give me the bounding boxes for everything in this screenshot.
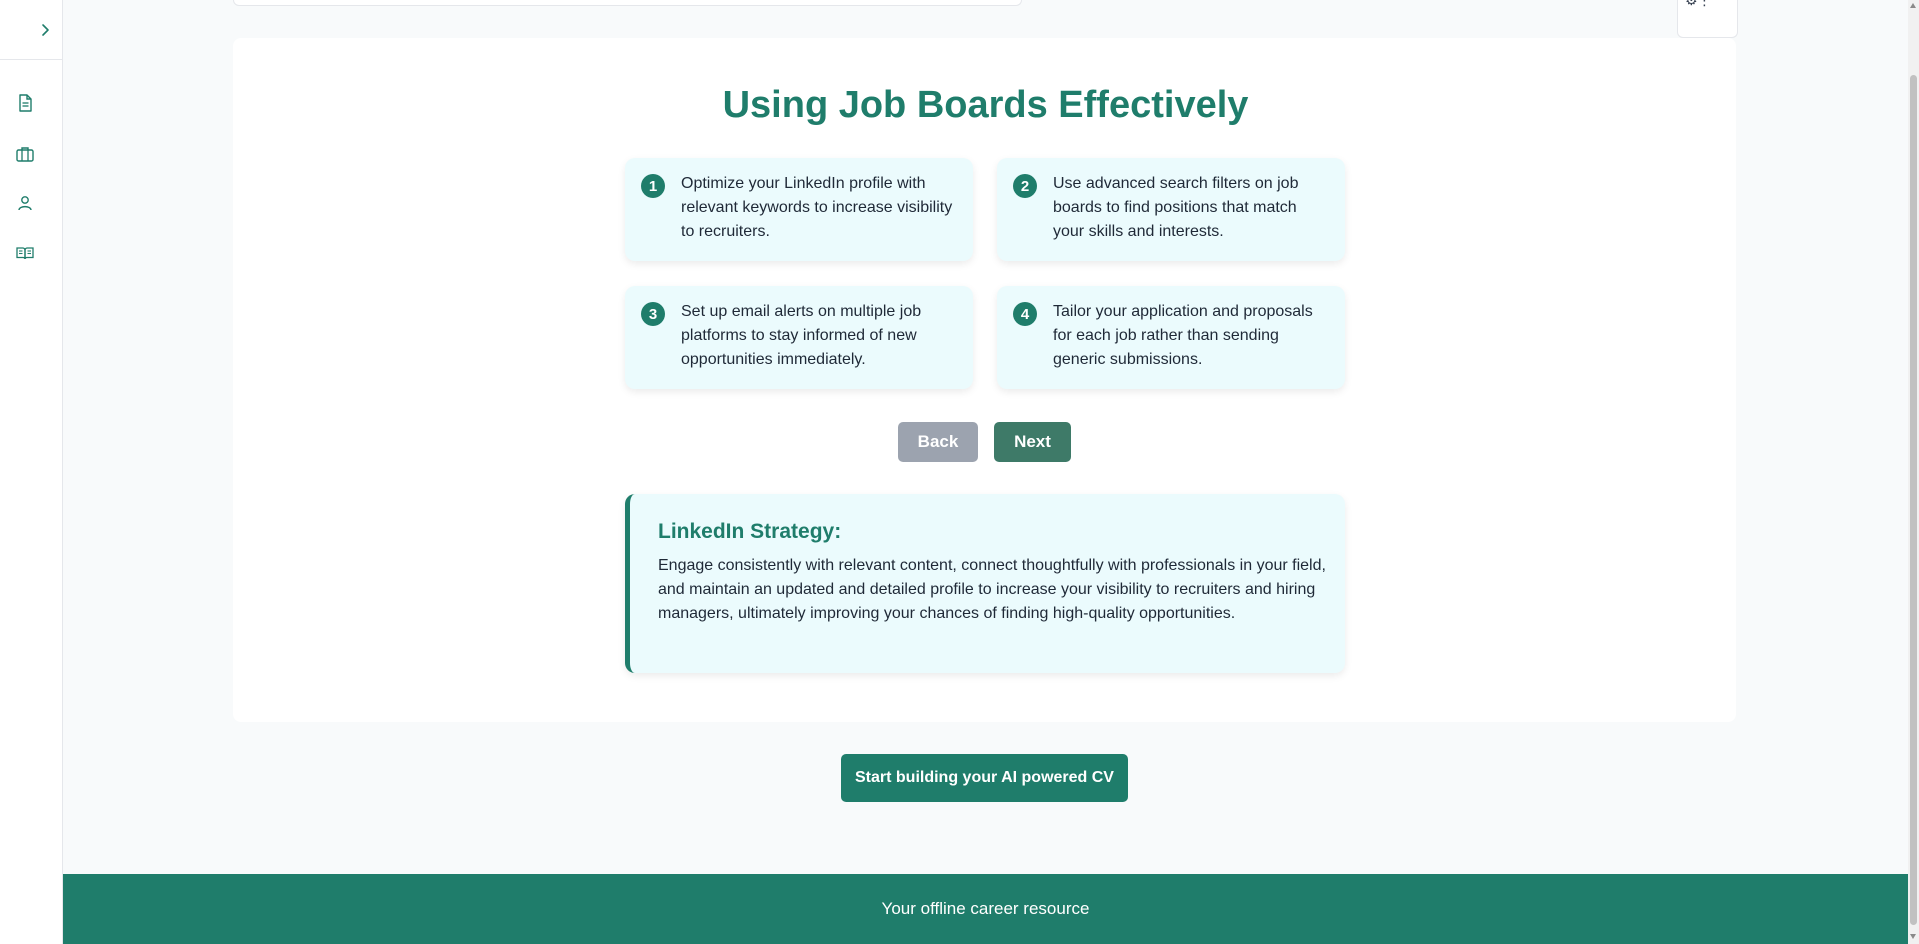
page-title: Using Job Boards Effectively — [722, 84, 1249, 126]
back-button[interactable]: Back — [898, 422, 978, 462]
strategy-text: Engage consistently with relevant conten… — [658, 557, 1326, 622]
user-icon — [18, 196, 32, 211]
tip-text: Set up email alerts on multiple job plat… — [681, 303, 922, 368]
tip-number-badge: 2 — [1013, 174, 1037, 198]
footer-text: Your offline career resource — [881, 899, 1090, 918]
tip-text: Use advanced search filters on job board… — [1053, 175, 1299, 240]
sidebar-toggle-button[interactable] — [0, 0, 63, 60]
document-icon — [19, 94, 32, 112]
tip-card: 4 Tailor your application and proposals … — [997, 286, 1345, 389]
scroll-down-icon[interactable] — [1910, 934, 1916, 939]
scrollbar[interactable] — [1908, 0, 1919, 944]
tip-card: 3 Set up email alerts on multiple job pl… — [625, 286, 973, 389]
tip-card: 2 Use advanced search filters on job boa… — [997, 158, 1345, 261]
sidebar-item-profile[interactable] — [14, 192, 36, 214]
sidebar-item-jobs[interactable] — [14, 143, 36, 165]
start-building-cv-button[interactable]: Start building your AI powered CV — [841, 754, 1128, 802]
chevron-right-icon — [41, 23, 49, 36]
sidebar-item-resources[interactable] — [14, 242, 36, 264]
tip-number-badge: 4 — [1013, 302, 1037, 326]
sidebar-item-documents[interactable] — [14, 92, 36, 114]
tip-number-badge: 3 — [641, 302, 665, 326]
corner-widget[interactable]: ⚙⋮ — [1677, 0, 1738, 38]
tip-text: Optimize your LinkedIn profile with rele… — [681, 175, 953, 240]
next-button[interactable]: Next — [994, 422, 1071, 462]
scrollbar-thumb[interactable] — [1910, 75, 1917, 925]
strategy-callout: LinkedIn Strategy: Engage consistently w… — [625, 494, 1345, 673]
sidebar — [0, 0, 63, 944]
tip-card: 1 Optimize your LinkedIn profile with re… — [625, 158, 973, 261]
tip-text: Tailor your application and proposals fo… — [1053, 303, 1313, 368]
book-open-icon — [16, 247, 34, 260]
tip-number-badge: 1 — [641, 174, 665, 198]
settings-icon[interactable]: ⚙⋮ — [1685, 0, 1712, 9]
footer: Your offline career resource — [63, 874, 1908, 944]
briefcase-icon — [16, 147, 34, 162]
top-panel-edge — [233, 0, 1022, 6]
scroll-up-icon[interactable] — [1910, 3, 1916, 8]
strategy-title: LinkedIn Strategy: — [658, 520, 842, 543]
